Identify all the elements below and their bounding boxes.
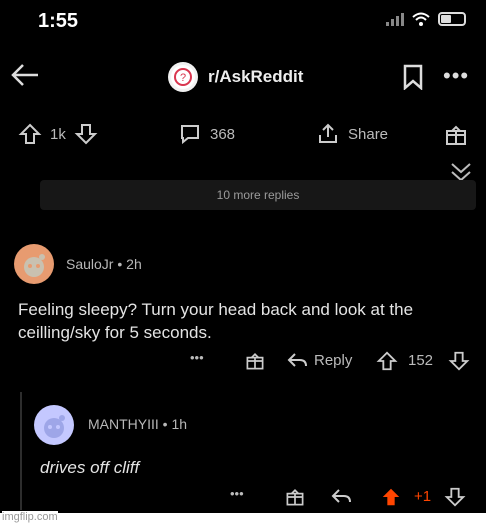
upvote-icon[interactable] [18, 122, 42, 146]
more-options-icon[interactable]: ••• [443, 65, 469, 87]
share-icon [319, 123, 337, 143]
award-icon[interactable] [443, 122, 469, 148]
reply-icon[interactable] [330, 486, 352, 506]
more-replies-button[interactable]: 10 more replies [40, 180, 476, 210]
reply-icon [287, 353, 307, 367]
reply-button[interactable]: Reply [286, 350, 352, 370]
wifi-icon [412, 12, 430, 26]
svg-text:?: ? [180, 72, 186, 84]
post-upvote-count: 1k [50, 125, 66, 143]
comment-text: drives off cliff [40, 458, 140, 477]
comment-score: 152 [408, 352, 434, 369]
comment-meta: SauloJr • 2h [66, 256, 142, 272]
comment-score: +1 [414, 488, 432, 505]
subreddit-icon[interactable]: ? [168, 62, 198, 92]
comment-age: 2h [126, 256, 142, 272]
status-bar: 1:55 [0, 0, 486, 44]
status-icons [386, 12, 466, 26]
comment-action-bar: ••• +1 [230, 486, 480, 508]
comment-author[interactable]: MANTHYIII [88, 416, 159, 432]
share-button[interactable]: Share [316, 122, 388, 146]
award-icon[interactable] [244, 350, 266, 372]
back-arrow-icon[interactable] [8, 60, 42, 90]
reply-label: Reply [314, 351, 353, 369]
bookmark-icon[interactable] [402, 64, 424, 90]
post-action-bar: 1k 368 Share [0, 114, 486, 154]
comment-more-icon[interactable]: ••• [230, 486, 244, 501]
post-vote-group: 1k [18, 122, 98, 146]
avatar[interactable] [34, 405, 74, 445]
thread-line[interactable] [20, 392, 22, 510]
share-label: Share [348, 125, 389, 143]
signal-icon [386, 12, 404, 26]
comment-text: Feeling sleepy? Turn your head back and … [18, 300, 414, 342]
subreddit-name[interactable]: r/AskReddit [208, 67, 303, 87]
downvote-icon[interactable] [74, 122, 98, 146]
watermark: imgflip.com [2, 511, 58, 523]
award-icon[interactable] [284, 486, 306, 508]
comment-age: 1h [171, 416, 188, 432]
downvote-icon[interactable] [444, 486, 466, 508]
battery-icon [438, 12, 466, 26]
comment-meta: MANTHYIII • 1h [88, 416, 187, 432]
upvote-icon[interactable] [376, 350, 398, 372]
comment-icon [181, 125, 199, 145]
top-bar: ? r/AskReddit ••• [0, 52, 486, 102]
upvote-icon-active[interactable] [380, 486, 402, 508]
avatar[interactable] [14, 244, 54, 284]
downvote-icon[interactable] [448, 350, 470, 372]
phone-screen: 1:55 ? r/AskReddit ••• 1k 368 Share 10 m… [0, 0, 500, 525]
meta-separator: • [117, 256, 127, 272]
comment-count: 368 [210, 125, 236, 143]
comment-more-icon[interactable]: ••• [190, 350, 204, 365]
comment-author[interactable]: SauloJr [66, 256, 113, 272]
status-time: 1:55 [38, 10, 79, 32]
comments-button[interactable]: 368 [178, 122, 235, 146]
